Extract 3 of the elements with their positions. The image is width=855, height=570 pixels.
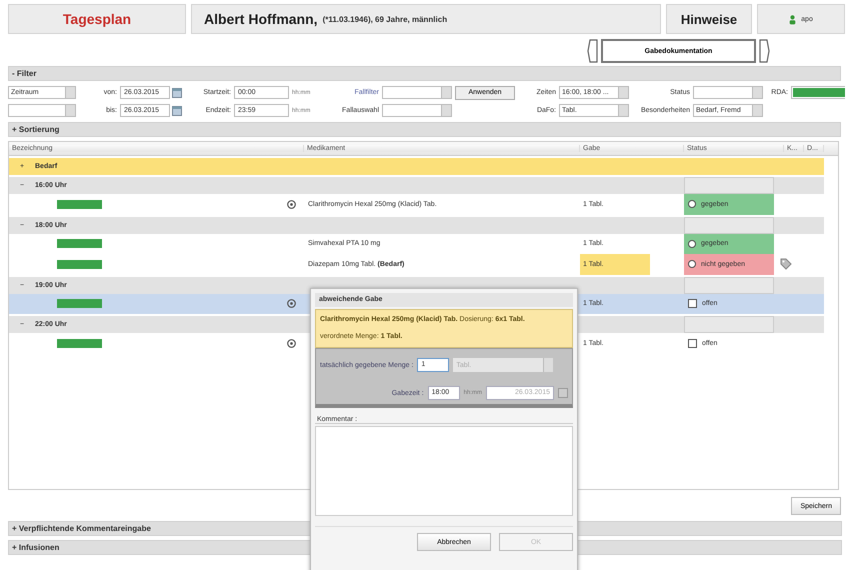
page-title: Tagesplan [8,4,186,34]
patient-name: Albert Hoffmann, [204,11,318,27]
patient-details: (*11.03.1946), 69 Jahre, männlich [322,14,448,24]
